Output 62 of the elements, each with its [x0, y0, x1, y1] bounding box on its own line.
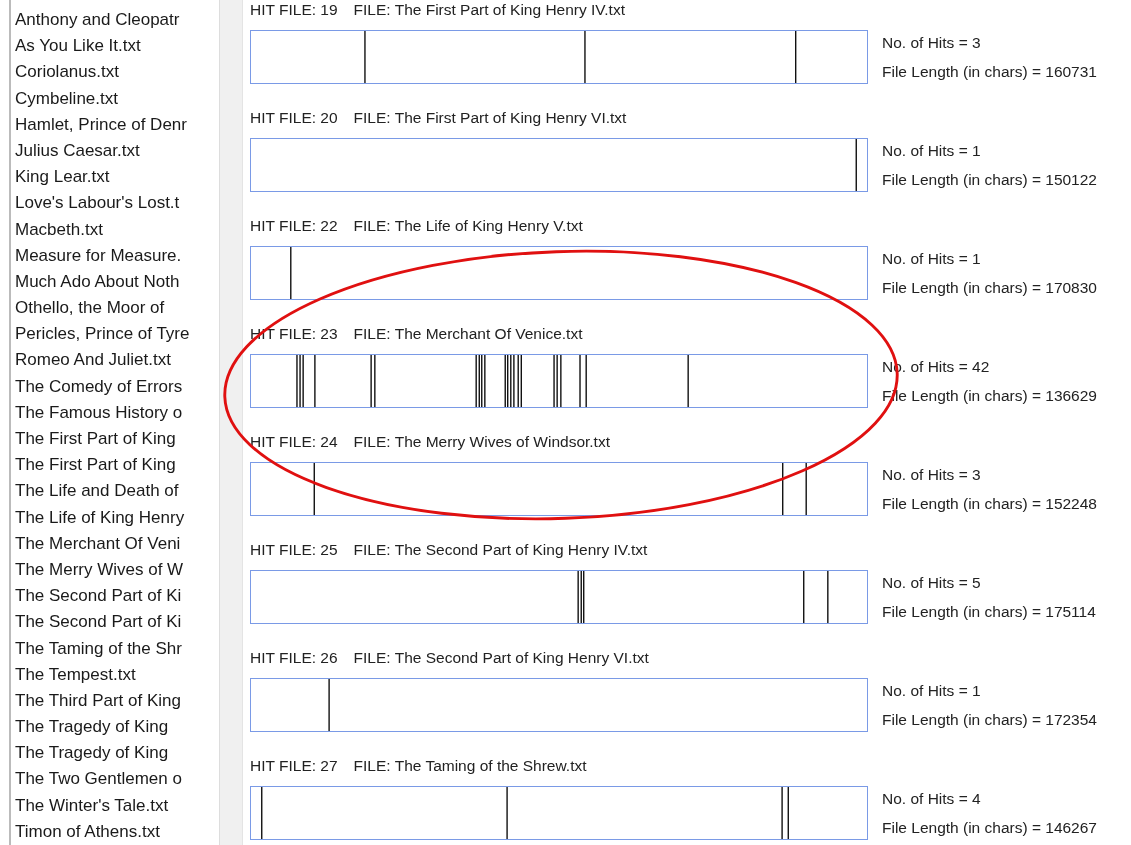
file-length: File Length (in chars) = 150122	[882, 170, 1097, 189]
file-length: File Length (in chars) = 172354	[882, 710, 1097, 729]
hit-file-number: HIT FILE: 26	[250, 648, 338, 668]
file-length: File Length (in chars) = 175114	[882, 602, 1096, 621]
file-length: File Length (in chars) = 160731	[882, 62, 1097, 81]
file-name: FILE: The Second Part of King Henry IV.txt	[353, 540, 648, 560]
file-list-item[interactable]: The Winter's Tale.txt	[15, 792, 219, 819]
file-list-item[interactable]: As You Like It.txt	[15, 33, 219, 60]
file-list-item[interactable]: King Lear.txt	[15, 164, 219, 191]
file-list-item[interactable]: Romeo And Juliet.txt	[15, 347, 219, 374]
file-list-item[interactable]: Cymbeline.txt	[15, 85, 219, 112]
hit-file-number: HIT FILE: 25	[250, 540, 338, 560]
file-list-item[interactable]: The Tragedy of King	[15, 740, 219, 767]
file-list-item[interactable]: The First Part of King	[15, 452, 219, 479]
file-name: FILE: The First Part of King Henry IV.txt	[353, 0, 625, 20]
file-name: FILE: The Life of King Henry V.txt	[353, 216, 583, 236]
file-list-item[interactable]: The Second Part of Ki	[15, 583, 219, 610]
file-list-item[interactable]: Timon of Athens.txt	[15, 818, 219, 845]
file-list-item[interactable]: The First Part of King	[15, 426, 219, 453]
splitter[interactable]	[219, 0, 243, 845]
file-list-item[interactable]: Love's Labour's Lost.t	[15, 190, 219, 217]
file-list-item[interactable]: The Comedy of Errors	[15, 373, 219, 400]
file-list-item[interactable]: The Third Part of King	[15, 687, 219, 715]
file-list-item[interactable]: Much Ado About Noth	[15, 268, 219, 296]
file-list-item[interactable]: Anthony and Cleopatr	[15, 7, 219, 34]
hit-file-number: HIT FILE: 22	[250, 216, 338, 236]
hit-file-number: HIT FILE: 20	[250, 108, 338, 128]
file-list-item[interactable]: The Famous History o	[15, 399, 219, 426]
file-list-item[interactable]: Hamlet, Prince of Denr	[15, 111, 219, 138]
hit-count: No. of Hits = 3	[882, 33, 982, 52]
hit-count: No. of Hits = 4	[882, 789, 982, 808]
file-length: File Length (in chars) = 152248	[882, 494, 1097, 513]
file-list-item[interactable]: The Tragedy of King	[15, 714, 219, 741]
hit-file-number: HIT FILE: 27	[250, 756, 338, 776]
file-list-item[interactable]: The Merchant Of Veni	[15, 530, 219, 557]
hit-count: No. of Hits = 1	[882, 141, 982, 160]
file-list-item[interactable]: The Second Part of Ki	[15, 609, 219, 636]
file-length: File Length (in chars) = 146267	[882, 818, 1097, 837]
hit-file-number: HIT FILE: 19	[250, 0, 338, 20]
file-name: FILE: The Merchant Of Venice.txt	[353, 324, 583, 344]
file-list-item[interactable]: The Merry Wives of W	[15, 556, 219, 584]
hit-count: No. of Hits = 1	[882, 249, 982, 268]
file-list-item[interactable]: Measure for Measure.	[15, 242, 219, 269]
file-name: FILE: The Merry Wives of Windsor.txt	[353, 432, 610, 452]
file-list-item[interactable]: The Life of King Henry	[15, 504, 219, 531]
file-name: FILE: The Second Part of King Henry VI.txt	[353, 648, 649, 668]
file-length: File Length (in chars) = 170830	[882, 278, 1097, 297]
file-name: FILE: The First Part of King Henry VI.txt	[353, 108, 627, 128]
hit-count: No. of Hits = 1	[882, 681, 982, 700]
hit-file-number: HIT FILE: 24	[250, 432, 338, 452]
file-list-item[interactable]: Othello, the Moor of	[15, 295, 219, 322]
file-list-item[interactable]: The Life and Death of	[15, 478, 219, 505]
file-list-item[interactable]: The Tempest.txt	[15, 661, 219, 688]
file-list-item[interactable]: Julius Caesar.txt	[15, 137, 219, 165]
hit-count: No. of Hits = 5	[882, 573, 982, 592]
file-name: FILE: The Taming of the Shrew.txt	[353, 756, 587, 776]
file-list-item[interactable]: The Taming of the Shr	[15, 635, 219, 662]
file-list-item[interactable]: The Two Gentlemen o	[15, 766, 219, 793]
file-list-item[interactable]: Pericles, Prince of Tyre	[15, 321, 219, 348]
file-list-item[interactable]: Macbeth.txt	[15, 216, 219, 243]
hit-count: No. of Hits = 3	[882, 465, 982, 484]
file-list-item[interactable]: Coriolanus.txt	[15, 59, 219, 86]
